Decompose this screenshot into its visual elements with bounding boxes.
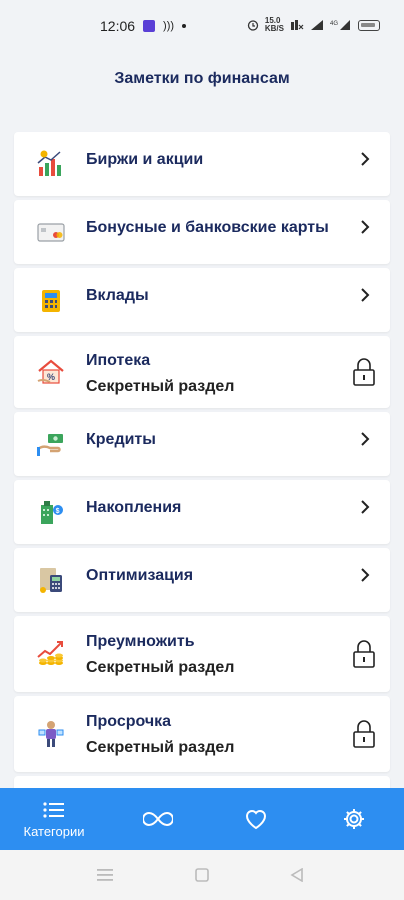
category-label: Преумножить — [86, 633, 195, 650]
category-label: Биржи и акции — [86, 151, 204, 168]
battery-icon — [358, 19, 380, 31]
list-icon — [43, 801, 64, 818]
category-deposits[interactable]: Вклады — [14, 268, 390, 332]
chevron-right-icon — [361, 152, 370, 166]
category-overdue[interactable]: Просрочка Секретный раздел — [14, 696, 390, 772]
optimization-calculator-icon — [40, 568, 62, 593]
page-title: Заметки по финансам — [114, 70, 290, 87]
chevron-right-icon — [361, 432, 370, 446]
secret-label: Секретный раздел — [86, 739, 235, 756]
category-mortgage[interactable]: % Ипотека Секретный раздел — [14, 336, 390, 408]
menu-icon[interactable] — [96, 868, 114, 882]
stocks-chart-icon — [37, 150, 61, 176]
bottom-nav: Категории — [0, 788, 404, 850]
category-bonus-cards[interactable]: Бонусные и банковские карты — [14, 200, 390, 264]
wifi-icon: 4G — [330, 20, 350, 30]
category-optimization[interactable]: Оптимизация — [14, 548, 390, 612]
chevron-right-icon — [361, 500, 370, 514]
deposit-calculator-icon — [42, 290, 60, 312]
category-savings[interactable]: $ Накопления — [14, 480, 390, 544]
lock-icon — [353, 720, 375, 748]
category-label: Оптимизация — [86, 567, 194, 584]
category-credits[interactable]: Кредиты — [14, 412, 390, 476]
status-time: 12:06 — [100, 18, 136, 34]
svg-text:4G: 4G — [330, 21, 338, 27]
category-label: Накопления — [86, 499, 182, 516]
nav-favorites[interactable] — [216, 788, 296, 850]
category-label: Просрочка — [86, 713, 172, 730]
nav-settings[interactable] — [314, 788, 394, 850]
overdue-person-icon — [38, 721, 64, 747]
mortgage-house-icon: % — [37, 359, 64, 384]
svg-text:$: $ — [56, 508, 60, 515]
signal-icon — [311, 20, 323, 30]
savings-icon: $ — [41, 501, 63, 524]
category-stocks[interactable]: Биржи и акции — [14, 132, 390, 196]
app-notification-icon — [143, 20, 156, 32]
no-sim-icon — [291, 20, 304, 30]
lock-icon — [353, 358, 375, 386]
category-label: Бонусные и банковские карты — [86, 219, 329, 236]
heart-icon — [245, 810, 267, 830]
status-left: 12:06 ))) — [100, 18, 187, 34]
category-multiply[interactable]: Преумножить Секретный раздел — [14, 616, 390, 692]
net-speed: 15.0 KB/S — [264, 16, 284, 33]
more-notifications-icon — [182, 24, 187, 28]
nav-infinity[interactable] — [118, 788, 198, 850]
home-icon[interactable] — [195, 868, 209, 882]
cast-icon: ))) — [163, 20, 175, 32]
nav-categories[interactable]: Категории — [6, 788, 102, 850]
status-bar: 12:06 ))) 15.0 KB/S 4G — [0, 0, 404, 52]
chevron-right-icon — [361, 288, 370, 302]
chevron-right-icon — [361, 220, 370, 234]
status-right: 15.0 KB/S 4G — [247, 17, 380, 33]
secret-label: Секретный раздел — [86, 659, 235, 676]
category-label: Вклады — [86, 287, 149, 304]
category-label: Ипотека — [86, 352, 151, 369]
lock-icon — [353, 640, 375, 668]
system-nav-bar — [0, 850, 404, 900]
category-label: Кредиты — [86, 431, 156, 448]
secret-label: Секретный раздел — [86, 378, 235, 395]
bank-card-icon — [37, 223, 65, 242]
back-icon[interactable] — [290, 868, 304, 882]
chevron-right-icon — [361, 568, 370, 582]
multiply-growth-icon — [37, 641, 63, 665]
credit-hand-money-icon — [37, 434, 63, 456]
infinity-icon — [143, 811, 173, 827]
alarm-icon — [247, 20, 259, 31]
nav-categories-label: Категории — [23, 823, 85, 839]
gear-icon — [344, 809, 364, 829]
